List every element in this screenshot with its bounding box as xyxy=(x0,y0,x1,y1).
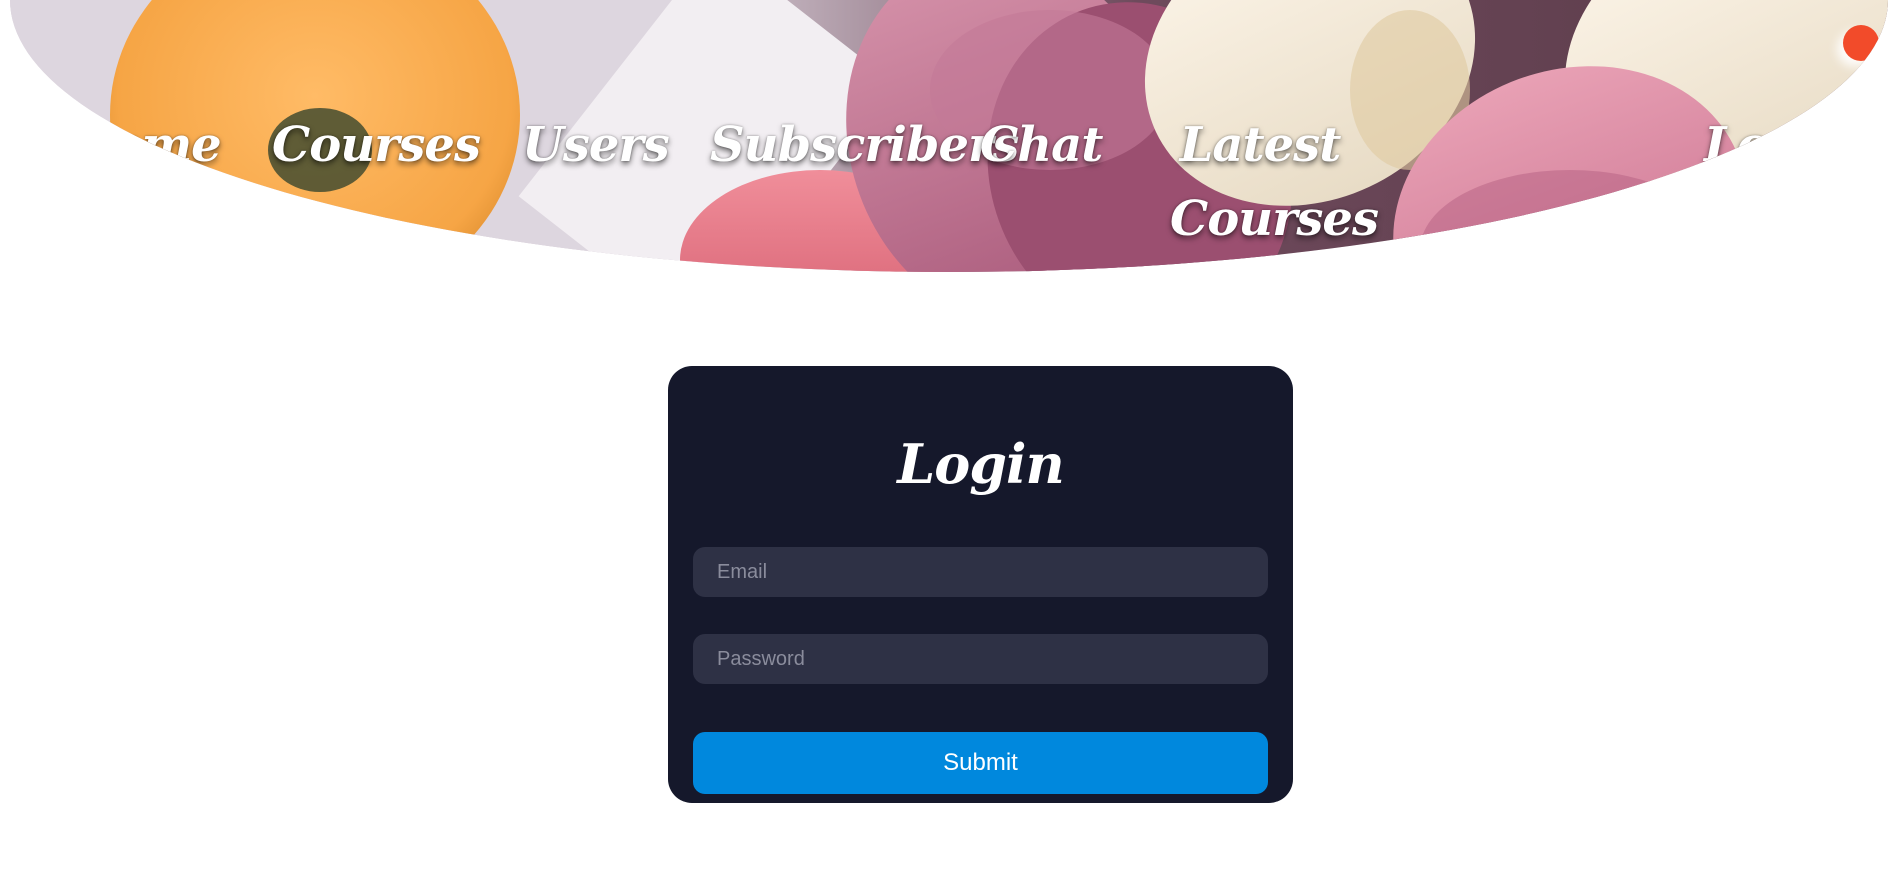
nav-home[interactable]: Home xyxy=(66,108,222,182)
nav-courses[interactable]: Courses xyxy=(272,108,481,182)
email-input[interactable] xyxy=(693,547,1268,597)
nav-login[interactable]: Login xyxy=(1704,108,1852,182)
login-title: Login xyxy=(897,432,1065,496)
password-input[interactable] xyxy=(693,634,1268,684)
login-card: Login Submit xyxy=(668,366,1293,803)
nav-latest-courses[interactable]: Latest Courses xyxy=(1170,108,1379,256)
status-dot xyxy=(1843,25,1879,61)
nav-subscribers[interactable]: Subscribers xyxy=(710,108,1019,182)
submit-button[interactable]: Submit xyxy=(693,732,1268,794)
nav-users[interactable]: Users xyxy=(522,108,670,182)
hero-banner: Home Courses Users Subscribers Chat Late… xyxy=(10,0,1888,272)
nav-chat[interactable]: Chat xyxy=(980,108,1103,182)
